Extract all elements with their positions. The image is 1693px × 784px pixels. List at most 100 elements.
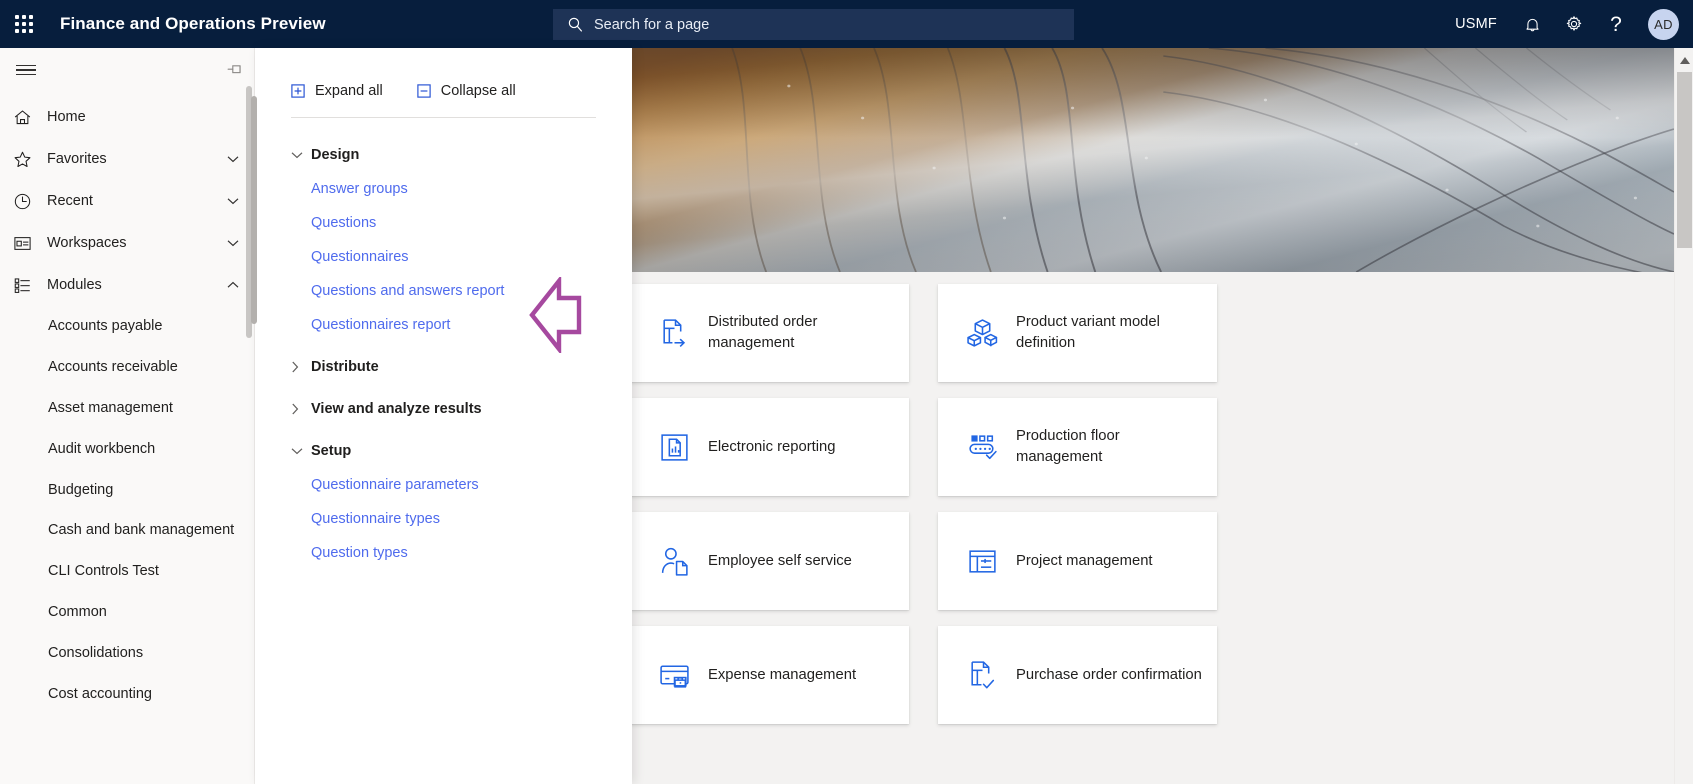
purchase-order-confirmation-icon	[966, 659, 999, 692]
scrollbar-thumb[interactable]	[1677, 72, 1692, 248]
sidebar-modules-list: Accounts payable Accounts receivable Ass…	[0, 306, 254, 714]
chevron-down-icon	[291, 447, 311, 455]
sidebar-item-modules[interactable]: Modules	[0, 264, 254, 306]
tile-label: Electronic reporting	[708, 438, 836, 455]
tree-group-view-and-analyze-results[interactable]: View and analyze results	[255, 392, 632, 426]
sidebar-item-label: Home	[47, 109, 86, 125]
hero-banner	[630, 48, 1674, 272]
sidebar-module-cli-controls-test[interactable]: CLI Controls Test	[0, 551, 254, 592]
collapse-all-label: Collapse all	[440, 83, 516, 99]
flyout-actions: Expand all Collapse all	[255, 68, 632, 114]
flyout-scrollbar-thumb[interactable]	[251, 96, 257, 324]
tile-employee-self-service[interactable]: Employee self service	[630, 512, 909, 610]
expand-all-button[interactable]: Expand all	[291, 83, 383, 99]
search-placeholder: Search for a page	[594, 16, 710, 33]
minus-box-icon	[417, 84, 431, 98]
avatar[interactable]: AD	[1648, 8, 1679, 40]
tree-group-setup[interactable]: Setup	[255, 434, 632, 468]
sidebar-module-cash-and-bank-management[interactable]: Cash and bank management	[0, 510, 254, 551]
expense-management-icon	[658, 659, 691, 692]
chevron-up-icon	[226, 281, 240, 289]
tree-group-label: Distribute	[311, 359, 379, 375]
tile-product-variant-model-definition[interactable]: Product variant model definition	[938, 284, 1217, 382]
tile-label: Purchase order confirmation	[1016, 666, 1202, 683]
tree-group-label: View and analyze results	[311, 401, 482, 417]
search-icon	[567, 16, 584, 33]
sidebar-item-workspaces[interactable]: Workspaces	[0, 222, 254, 264]
clock-icon	[13, 192, 47, 211]
tree-item-question-types[interactable]: Question types	[255, 536, 632, 570]
sidebar-header	[0, 48, 254, 92]
sidebar-module-budgeting[interactable]: Budgeting	[0, 469, 254, 510]
tree-group-distribute[interactable]: Distribute	[255, 350, 632, 384]
pin-icon[interactable]	[224, 60, 244, 80]
module-tree: Design Answer groups Questions Questionn…	[255, 118, 632, 570]
chevron-right-icon	[291, 403, 311, 415]
tile-label: Product variant model definition	[1016, 314, 1160, 351]
sidebar-item-label: Workspaces	[47, 235, 127, 251]
tile-row: Distributed order management Product var…	[630, 284, 1674, 382]
sidebar-module-accounts-payable[interactable]: Accounts payable	[0, 306, 254, 347]
sidebar-nav-list: Home Favorites Recent Workspaces Modules…	[0, 96, 254, 714]
tree-item-questionnaire-types[interactable]: Questionnaire types	[255, 502, 632, 536]
modules-icon	[13, 276, 47, 295]
sidebar-item-home[interactable]: Home	[0, 96, 254, 138]
distributed-order-icon	[658, 317, 691, 350]
tile-project-management[interactable]: Project management	[938, 512, 1217, 610]
sidebar-item-favorites[interactable]: Favorites	[0, 138, 254, 180]
sidebar-module-audit-workbench[interactable]: Audit workbench	[0, 428, 254, 469]
tree-item-questions[interactable]: Questions	[255, 206, 632, 240]
chevron-down-icon	[226, 155, 240, 163]
tile-label: Project management	[1016, 552, 1153, 569]
tile-label: Expense management	[708, 666, 857, 683]
top-bar-right-actions: USMF ? AD	[1441, 0, 1693, 48]
tree-item-answer-groups[interactable]: Answer groups	[255, 172, 632, 206]
tree-item-questions-and-answers-report[interactable]: Questions and answers report	[255, 274, 632, 308]
company-selector[interactable]: USMF	[1441, 0, 1511, 48]
collapse-all-button[interactable]: Collapse all	[417, 83, 516, 99]
hamburger-icon[interactable]	[2, 48, 50, 92]
sidebar-item-label: Recent	[47, 193, 93, 209]
sidebar-item-label: Modules	[47, 277, 102, 293]
tree-item-questionnaire-parameters[interactable]: Questionnaire parameters	[255, 468, 632, 502]
sidebar-module-accounts-receivable[interactable]: Accounts receivable	[0, 347, 254, 388]
app-root: Finance and Operations Preview Search fo…	[0, 0, 1693, 784]
sidebar-module-common[interactable]: Common	[0, 592, 254, 633]
chevron-down-icon	[291, 151, 311, 159]
tile-production-floor-management[interactable]: Production floor management	[938, 398, 1217, 496]
gear-icon[interactable]	[1553, 0, 1595, 48]
sidebar-module-consolidations[interactable]: Consolidations	[0, 632, 254, 673]
scroll-up-arrow-icon[interactable]	[1675, 52, 1693, 69]
hamburger-lines	[16, 62, 36, 79]
tile-label: Employee self service	[708, 552, 852, 569]
bell-icon[interactable]	[1511, 0, 1553, 48]
tree-item-questionnaires[interactable]: Questionnaires	[255, 240, 632, 274]
home-icon	[13, 108, 47, 127]
navigation-sidebar: Home Favorites Recent Workspaces Modules…	[0, 48, 255, 784]
plus-box-icon	[291, 84, 305, 98]
tile-row: Electronic reporting Production floor ma…	[630, 398, 1674, 496]
tile-electronic-reporting[interactable]: Electronic reporting	[630, 398, 909, 496]
sidebar-item-recent[interactable]: Recent	[0, 180, 254, 222]
sidebar-module-asset-management[interactable]: Asset management	[0, 388, 254, 429]
workspace-tile-grid: Distributed order management Product var…	[630, 284, 1674, 784]
chevron-right-icon	[291, 361, 311, 373]
tree-group-label: Design	[311, 147, 360, 163]
module-flyout-panel: Expand all Collapse all Design Answer gr…	[251, 48, 632, 784]
tile-expense-management[interactable]: Expense management	[630, 626, 909, 724]
tile-row: Expense management Purchase order confir…	[630, 626, 1674, 724]
main-scrollbar[interactable]	[1674, 48, 1693, 784]
electronic-reporting-icon	[658, 431, 691, 464]
question-mark-icon[interactable]: ?	[1595, 0, 1637, 48]
product-variant-icon	[966, 317, 999, 350]
tile-distributed-order-management[interactable]: Distributed order management	[630, 284, 909, 382]
tree-item-questionnaires-report[interactable]: Questionnaires report	[255, 308, 632, 342]
app-launcher-icon[interactable]	[0, 0, 48, 48]
waffle-grid	[15, 15, 33, 33]
sidebar-module-cost-accounting[interactable]: Cost accounting	[0, 673, 254, 714]
chevron-down-icon	[226, 239, 240, 247]
tree-group-design[interactable]: Design	[255, 138, 632, 172]
tile-row: Employee self service Project management	[630, 512, 1674, 610]
tile-purchase-order-confirmation[interactable]: Purchase order confirmation	[938, 626, 1217, 724]
search-input[interactable]: Search for a page	[553, 9, 1074, 40]
